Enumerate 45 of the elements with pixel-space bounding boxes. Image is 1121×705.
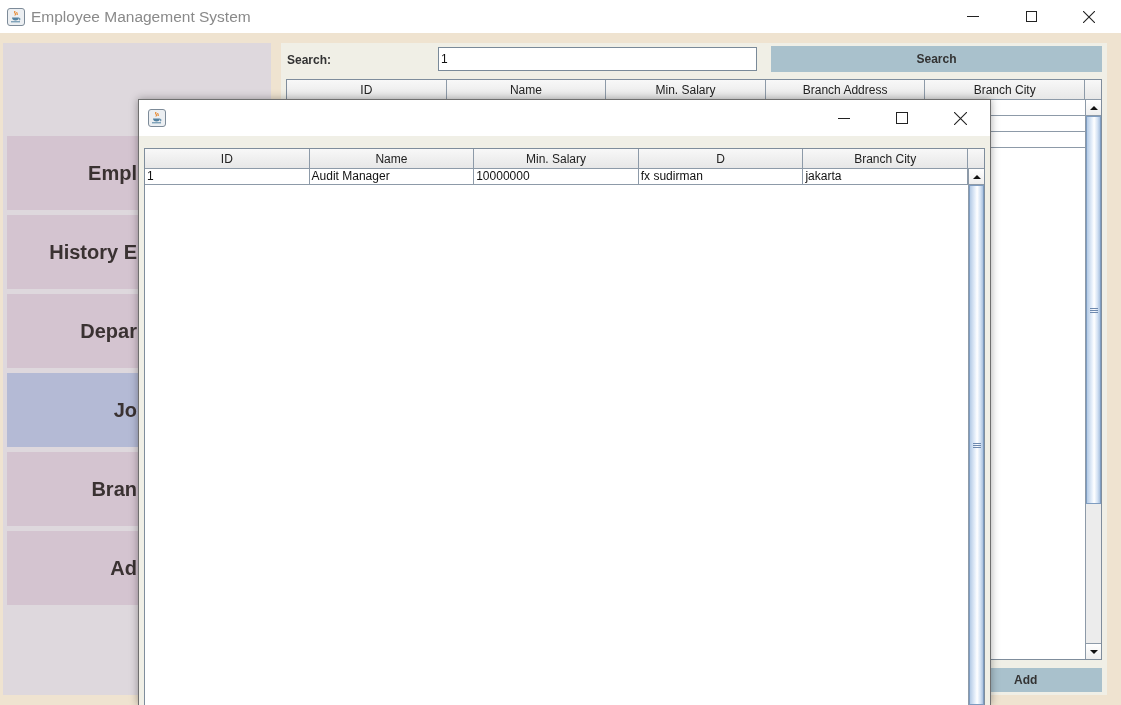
coffee-cup-icon [148, 109, 166, 127]
minimize-icon [967, 16, 979, 17]
close-icon [953, 111, 967, 125]
table-cell: 1 [147, 169, 154, 183]
sidebar-button[interactable]: History E [7, 215, 138, 289]
maximize-icon [896, 112, 908, 124]
scroll-down-button[interactable] [1086, 643, 1101, 659]
column-header[interactable]: Branch City [803, 149, 968, 169]
table-cell: jakarta [805, 169, 842, 183]
column-header[interactable]: Min. Salary [606, 80, 766, 100]
close-icon [1083, 10, 1095, 23]
scroll-up-button[interactable] [969, 169, 984, 185]
caret-down-icon [1089, 649, 1098, 654]
coffee-cup-icon [7, 7, 25, 26]
search-button[interactable]: Search [771, 46, 1102, 72]
column-header[interactable]: Name [309, 149, 475, 169]
maximize-icon [1025, 11, 1037, 22]
column-header[interactable]: ID [287, 80, 447, 100]
column-header[interactable]: Name [446, 80, 607, 100]
column-header[interactable]: ID [145, 149, 310, 169]
table-row[interactable]: 1 Audit Manager 10000000 fx sudirman jakarta [145, 169, 968, 185]
column-header[interactable]: D [638, 149, 804, 169]
grip-icon [972, 442, 981, 448]
table-cell: fx sudirman [640, 169, 703, 183]
minimize-icon [838, 117, 850, 119]
add-button[interactable]: Add [991, 668, 1102, 692]
scrollbar-thumb[interactable] [1086, 116, 1101, 504]
sidebar-button[interactable]: Bran [7, 452, 138, 526]
scrollbar[interactable] [1085, 100, 1101, 659]
column-header[interactable]: Branch Address [765, 80, 926, 100]
window-title: Employee Management System [31, 7, 251, 26]
caret-up-icon [972, 174, 981, 179]
column-header[interactable]: Branch City [925, 80, 1085, 100]
search-label: Search: [287, 53, 332, 67]
table-cell: 10000000 [476, 169, 530, 183]
caret-up-icon [1089, 105, 1098, 110]
search-field[interactable]: 1 [438, 47, 757, 71]
sidebar-button[interactable]: Jo [7, 373, 138, 447]
sidebar-button[interactable]: Ad [7, 531, 138, 605]
column-header[interactable]: Min. Salary [474, 149, 639, 169]
sidebar-button[interactable]: Empl [7, 136, 138, 210]
grip-icon [1089, 307, 1098, 313]
sidebar-button[interactable]: Depar [7, 294, 138, 368]
table-cell: Audit Manager [311, 169, 390, 183]
scroll-up-button[interactable] [1086, 100, 1101, 116]
